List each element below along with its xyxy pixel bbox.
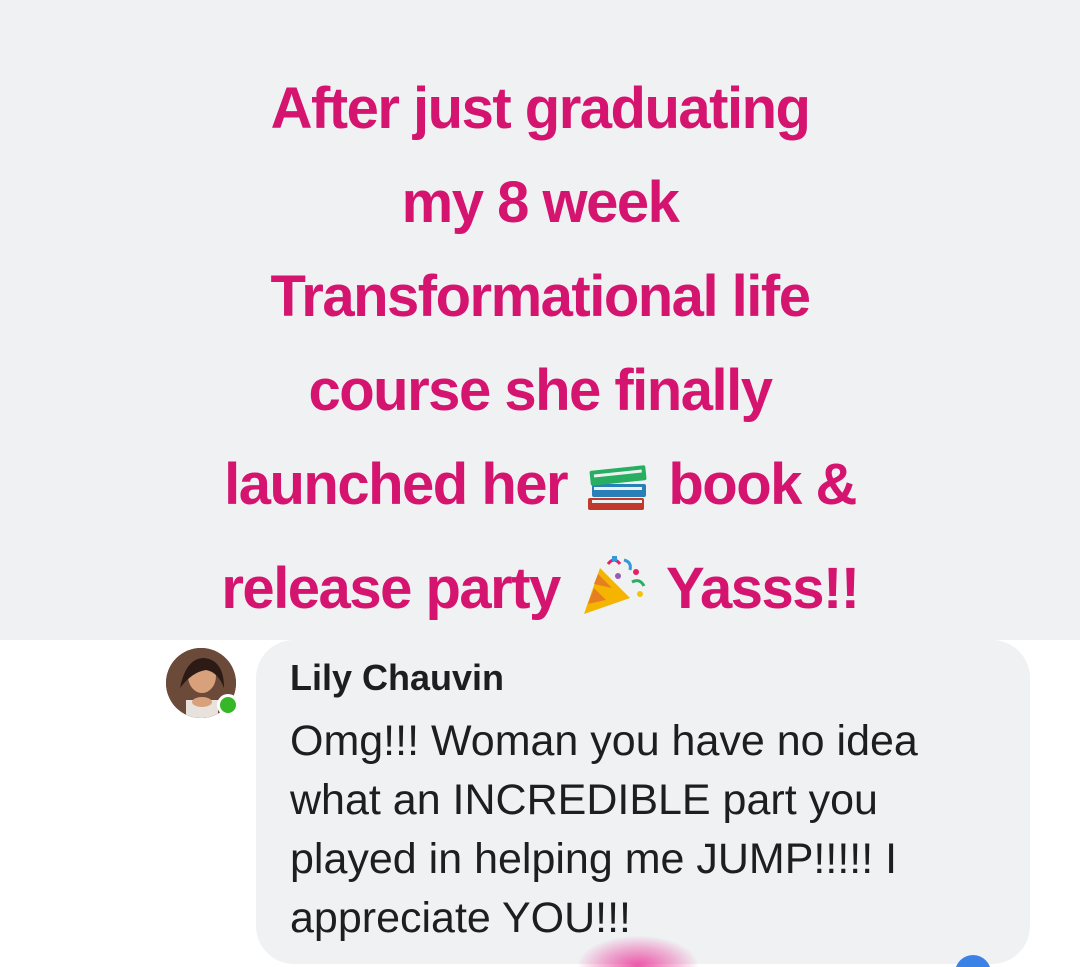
party-popper-icon — [578, 552, 648, 646]
headline-line-2: my 8 week — [401, 170, 680, 235]
comment-text: Omg!!! Woman you have no idea what an IN… — [290, 717, 918, 942]
post-screenshot: After just graduating my 8 week Transfor… — [0, 0, 1080, 967]
headline-line-5-start: launched her — [224, 452, 568, 517]
post-headline: After just graduating my 8 week Transfor… — [0, 62, 1080, 646]
books-emoji-icon — [586, 448, 650, 542]
headline-line-4: course she finally — [308, 358, 773, 423]
headline-line-3: Transformational life — [270, 264, 811, 329]
headline-line-5-end: book & — [668, 452, 857, 517]
online-status-indicator — [217, 694, 239, 716]
headline-line-6-end: Yasss!! — [665, 556, 860, 621]
headline-line-1: After just graduating — [270, 76, 811, 141]
headline-line-6-start: release party — [221, 556, 561, 621]
comment-author-name[interactable]: Lily Chauvin — [290, 656, 504, 700]
